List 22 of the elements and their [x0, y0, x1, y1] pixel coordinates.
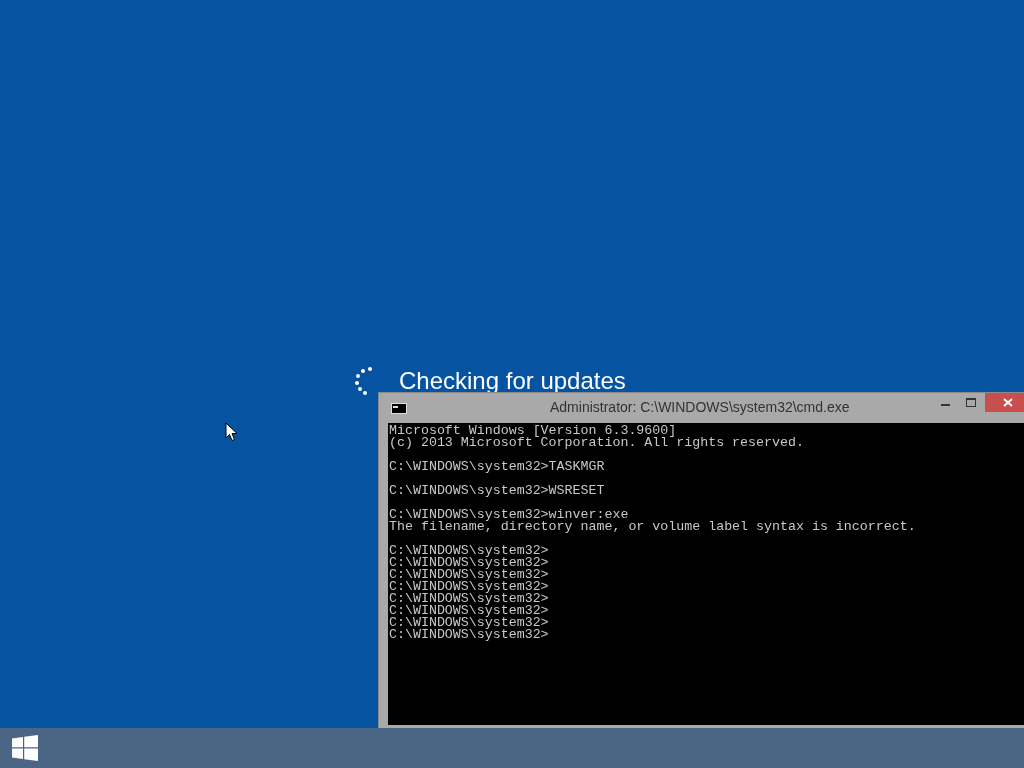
- console-icon: [391, 402, 407, 414]
- maximize-icon: [966, 398, 976, 407]
- mouse-pointer-icon: [225, 422, 238, 442]
- console-line: Microsoft Windows [Version 6.3.9600]: [388, 425, 678, 437]
- console-line: C:\WINDOWS\system32>winver:exe: [388, 509, 630, 521]
- close-button[interactable]: [985, 393, 1024, 412]
- console-line: C:\WINDOWS\system32>: [388, 605, 550, 617]
- console-line: (c) 2013 Microsoft Corporation. All rights reserved.: [388, 437, 805, 449]
- console-line: C:\WINDOWS\system32>WSRESET: [388, 485, 606, 497]
- console-line: C:\WINDOWS\system32>: [388, 629, 550, 641]
- console-line: C:\WINDOWS\system32>: [388, 545, 550, 557]
- close-icon: [1002, 398, 1013, 407]
- console-line: C:\WINDOWS\system32>TASKMGR: [388, 461, 606, 473]
- console-line: C:\WINDOWS\system32>: [388, 593, 550, 605]
- console-line: C:\WINDOWS\system32>: [388, 617, 550, 629]
- console-line: C:\WINDOWS\system32>: [388, 581, 550, 593]
- window-title: Administrator: C:\WINDOWS\system32\cmd.exe: [550, 399, 850, 415]
- start-button[interactable]: [12, 735, 38, 761]
- status-message: Checking for updates: [399, 367, 626, 395]
- console-line: C:\WINDOWS\system32>: [388, 557, 550, 569]
- console-line: The filename, directory name, or volume label syntax is incorrect.: [388, 521, 917, 533]
- console-line: C:\WINDOWS\system32>: [388, 569, 550, 581]
